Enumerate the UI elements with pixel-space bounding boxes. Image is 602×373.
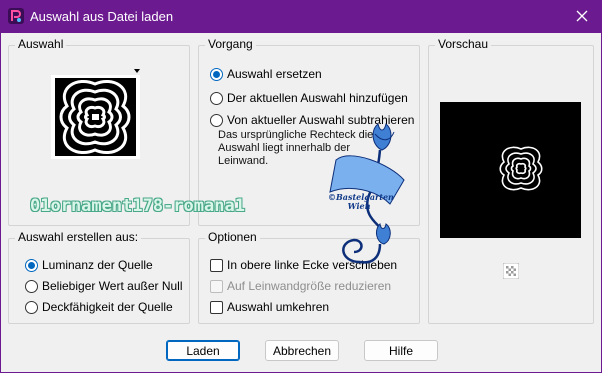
radio-label: Der aktuellen Auswahl hinzufügen xyxy=(227,91,408,105)
check-leinwandgroesse: Auf Leinwandgröße reduzieren xyxy=(210,279,391,293)
watermark-filename-text: 01ornament178-romana1 xyxy=(30,196,245,216)
auswahl-erstellen-group-label: Auswahl erstellen aus: xyxy=(15,230,142,244)
preview-canvas xyxy=(440,102,581,238)
auswahl-group-label: Auswahl xyxy=(15,37,67,51)
radio-button[interactable] xyxy=(210,91,223,105)
ornament-thumbnail-image xyxy=(55,78,136,156)
checkbox[interactable] xyxy=(210,300,223,314)
checkbox-label: Auswahl umkehren xyxy=(227,300,330,314)
watermark-tag: ©Bastelgarten Wien xyxy=(328,193,394,211)
radio-auswahl-ersetzen[interactable]: Auswahl ersetzen xyxy=(210,67,322,81)
radio-button-checked[interactable] xyxy=(25,258,38,272)
transparency-checker-icon[interactable] xyxy=(503,263,519,279)
radio-button-checked[interactable] xyxy=(210,67,223,81)
radio-label: Luminanz der Quelle xyxy=(42,258,153,272)
checkbox-label: Auf Leinwandgröße reduzieren xyxy=(227,279,392,293)
radio-auswahl-hinzufuegen[interactable]: Der aktuellen Auswahl hinzufügen xyxy=(210,91,408,105)
radio-button[interactable] xyxy=(25,279,38,293)
vorgang-group-label: Vorgang xyxy=(205,37,256,51)
watermark-tag-line2: Wien xyxy=(347,201,371,211)
check-auswahl-umkehren[interactable]: Auswahl umkehren xyxy=(210,300,329,314)
vorschau-group-label: Vorschau xyxy=(435,37,492,51)
help-button[interactable]: Hilfe xyxy=(364,340,438,361)
radio-beliebiger-wert[interactable]: Beliebiger Wert außer Null xyxy=(25,279,183,293)
title-bar: Auswahl aus Datei laden xyxy=(0,0,602,33)
paintshop-pro-icon xyxy=(8,8,24,24)
radio-button[interactable] xyxy=(210,113,223,127)
radio-luminanz[interactable]: Luminanz der Quelle xyxy=(25,258,153,272)
window-title: Auswahl aus Datei laden xyxy=(30,9,174,24)
radio-deckfaehigkeit[interactable]: Deckfähigkeit der Quelle xyxy=(25,300,173,314)
preview-ornament-image xyxy=(499,146,543,191)
radio-label: Deckfähigkeit der Quelle xyxy=(42,300,173,314)
checkbox[interactable] xyxy=(210,258,223,272)
checkbox-disabled xyxy=(210,279,223,293)
cancel-button[interactable]: Abbrechen xyxy=(265,340,339,361)
caret-down-icon[interactable] xyxy=(134,69,140,73)
load-button[interactable]: Laden xyxy=(166,340,240,361)
radio-label: Beliebiger Wert außer Null xyxy=(42,279,183,293)
radio-button[interactable] xyxy=(25,300,38,314)
close-icon xyxy=(576,10,588,22)
radio-label: Auswahl ersetzen xyxy=(227,67,322,81)
selection-thumbnail[interactable] xyxy=(51,75,140,159)
optionen-group-label: Optionen xyxy=(205,230,260,244)
close-button[interactable] xyxy=(570,5,594,27)
